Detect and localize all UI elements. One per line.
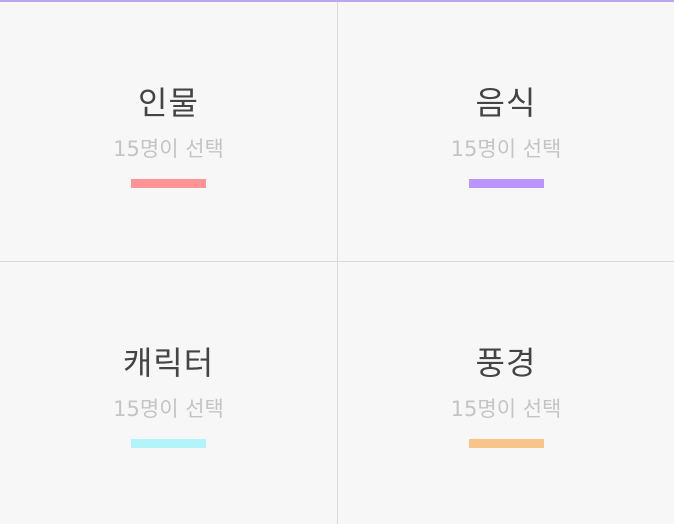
category-title: 음식 xyxy=(475,84,537,122)
category-tile-food[interactable]: 음식 15명이 선택 xyxy=(338,2,674,262)
category-title: 풍경 xyxy=(475,344,537,382)
category-title: 캐릭터 xyxy=(122,344,215,382)
category-selection-count: 15명이 선택 xyxy=(113,397,224,421)
category-tile-character[interactable]: 캐릭터 15명이 선택 xyxy=(0,262,338,524)
category-selection-count: 15명이 선택 xyxy=(450,137,562,161)
category-tile-landscape[interactable]: 풍경 15명이 선택 xyxy=(338,262,674,524)
category-accent-bar xyxy=(131,439,206,448)
category-tile-person[interactable]: 인물 15명이 선택 xyxy=(0,2,338,262)
category-selection-count: 15명이 선택 xyxy=(113,137,224,161)
category-accent-bar xyxy=(468,179,544,188)
category-selection-count: 15명이 선택 xyxy=(450,397,562,421)
category-grid: 인물 15명이 선택 음식 15명이 선택 캐릭터 15명이 선택 풍경 15명… xyxy=(0,0,674,524)
category-accent-bar xyxy=(468,439,544,448)
category-title: 인물 xyxy=(138,84,199,122)
category-accent-bar xyxy=(131,179,206,188)
